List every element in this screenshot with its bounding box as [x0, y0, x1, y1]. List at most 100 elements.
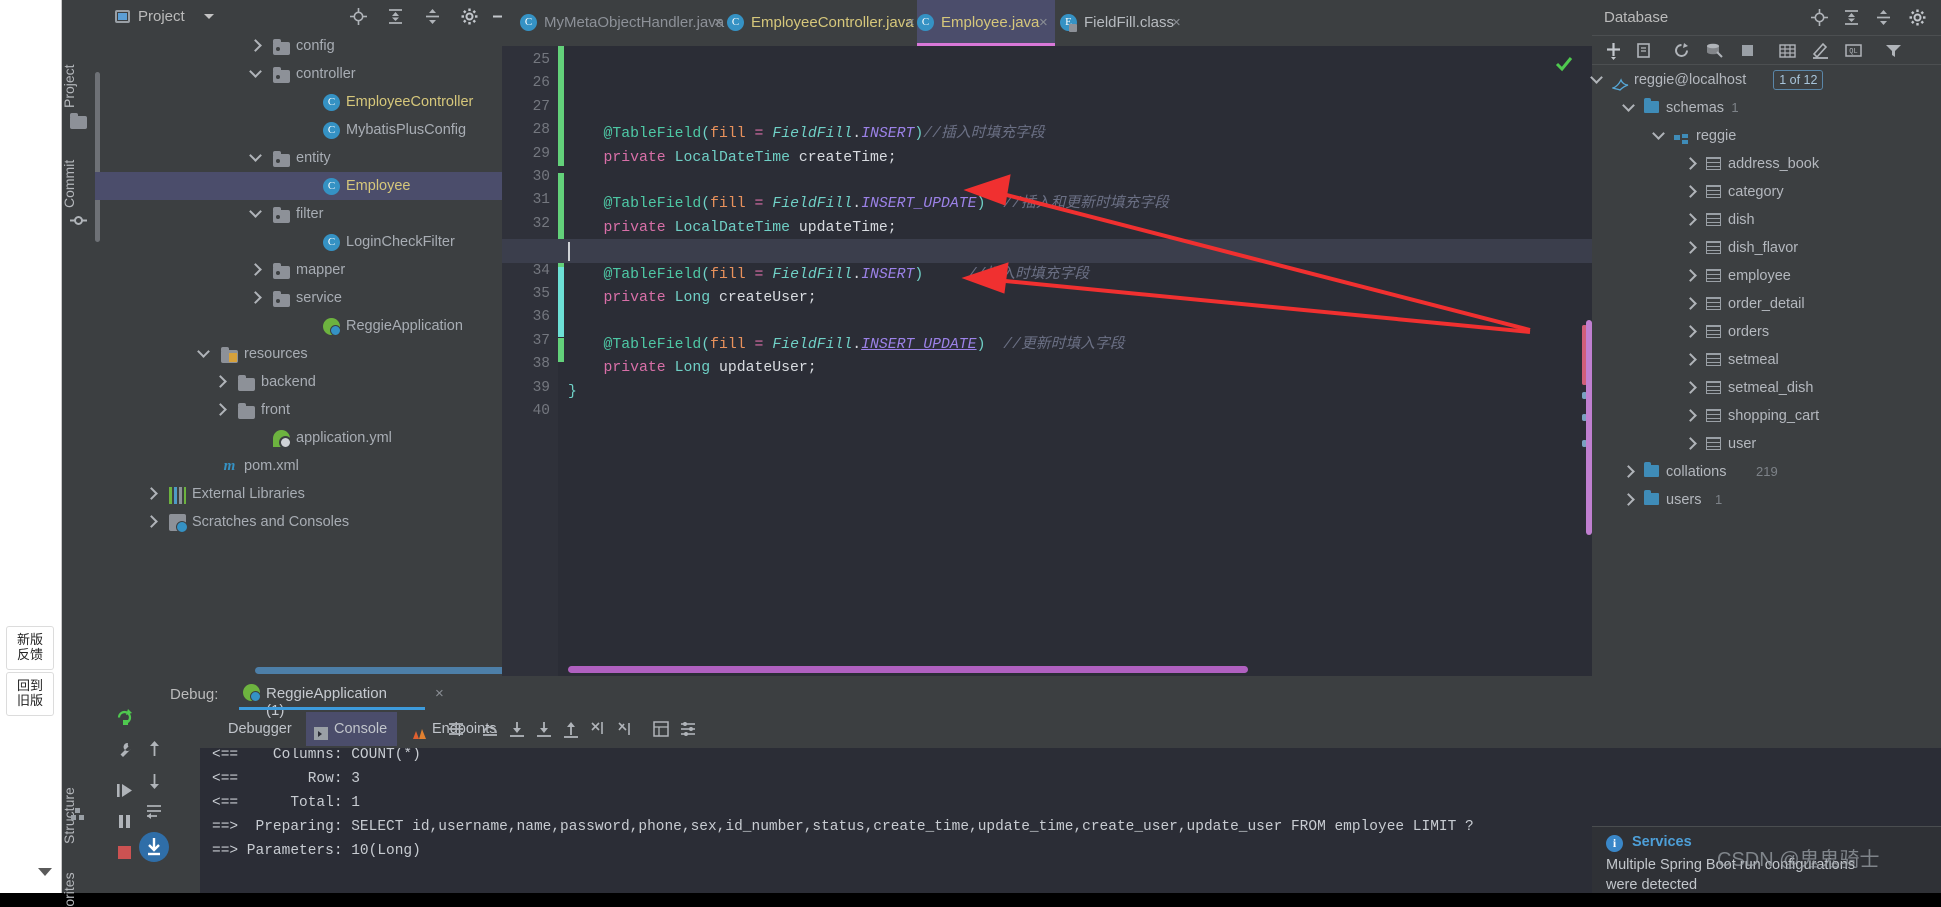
step-over-icon[interactable] — [481, 720, 499, 738]
project-tree-item-entity[interactable]: entity — [95, 144, 502, 172]
tree-expander-down-icon[interactable] — [1652, 127, 1665, 140]
db-gear-icon[interactable] — [1909, 9, 1926, 26]
tree-expander-right-icon[interactable] — [145, 487, 158, 500]
database-tree-item-dish-flavor[interactable]: dish_flavor — [1592, 234, 1941, 262]
project-tree-item-reggieapplication[interactable]: ReggieApplication — [95, 312, 502, 340]
editor-tab-fieldfill-class[interactable]: E FieldFill.class × — [1060, 0, 1188, 46]
scroll-down-caret-icon[interactable] — [38, 868, 52, 876]
project-tree-item-front[interactable]: front — [95, 396, 502, 424]
show-lines-icon[interactable] — [447, 720, 465, 738]
evaluate-expression-icon[interactable] — [652, 720, 670, 738]
tree-expander-right-icon[interactable] — [249, 263, 262, 276]
editor-line-number-gutter[interactable]: 25262728293031323334353637383940 — [502, 46, 558, 676]
vcs-change-marker[interactable] — [558, 267, 564, 337]
stop-program-icon[interactable] — [115, 843, 134, 862]
tree-expander-right-icon[interactable] — [214, 403, 227, 416]
database-tree-item-setmeal-dish[interactable]: setmeal_dish — [1592, 374, 1941, 402]
tool-window-commit[interactable]: Commit — [61, 128, 94, 208]
soft-wrap-icon[interactable] — [145, 802, 164, 821]
collapse-all-icon[interactable] — [424, 8, 441, 25]
tree-expander-right-icon[interactable] — [1684, 185, 1697, 198]
step-down-icon[interactable] — [145, 771, 164, 790]
project-tree-item-employeecontroller[interactable]: C EmployeeController — [95, 88, 502, 116]
database-tree-item-shopping-cart[interactable]: shopping_cart — [1592, 402, 1941, 430]
settings-sliders-icon[interactable] — [679, 720, 697, 738]
vcs-change-marker[interactable] — [558, 46, 564, 166]
tree-expander-right-icon[interactable] — [249, 39, 262, 52]
database-tree-item-order-detail[interactable]: order_detail — [1592, 290, 1941, 318]
modify-table-icon[interactable] — [1811, 41, 1830, 60]
tree-expander-right-icon[interactable] — [1684, 297, 1697, 310]
debug-tab-console[interactable]: Console — [306, 712, 398, 746]
editor-code-line[interactable]: private LocalDateTime updateTime; — [568, 216, 897, 240]
stop-icon[interactable] — [1738, 41, 1757, 60]
project-tree-item-application-yml[interactable]: application.yml — [95, 424, 502, 452]
tool-window-favorites[interactable]: Favorites — [61, 838, 94, 907]
editor-horizontal-scrollbar[interactable] — [568, 666, 1248, 673]
vcs-change-marker[interactable] — [558, 338, 564, 362]
project-tree-item-backend[interactable]: backend — [95, 368, 502, 396]
run-to-cursor-icon[interactable] — [616, 720, 634, 738]
database-tree-item-setmeal[interactable]: setmeal — [1592, 346, 1941, 374]
tree-expander-right-icon[interactable] — [145, 515, 158, 528]
project-tree-item-mapper[interactable]: mapper — [95, 256, 502, 284]
editor-code-line[interactable]: private LocalDateTime createTime; — [568, 146, 897, 170]
database-tree-item-schemas[interactable]: schemas 1 — [1592, 94, 1941, 122]
database-tree-item-users[interactable]: users 1 — [1592, 486, 1941, 514]
project-tree-item-mybatisplusconfig[interactable]: C MybatisPlusConfig — [95, 116, 502, 144]
tree-expander-right-icon[interactable] — [1684, 325, 1697, 338]
database-tree-item-reggie-localhost[interactable]: reggie@localhost 1 of 12 — [1590, 66, 1941, 94]
step-out-icon[interactable] — [562, 720, 580, 738]
rerun-icon[interactable] — [115, 708, 134, 727]
db-expand-all-icon[interactable] — [1843, 9, 1860, 26]
tree-expander-right-icon[interactable] — [249, 291, 262, 304]
editor-tab-mymetaobjecthandler-java[interactable]: C MyMetaObjectHandler.java × — [520, 0, 730, 46]
tree-expander-down-icon[interactable] — [197, 345, 210, 358]
tool-window-structure[interactable]: Structure — [61, 744, 94, 844]
tree-expander-right-icon[interactable] — [1684, 241, 1697, 254]
project-tree-item-config[interactable]: config — [95, 32, 502, 60]
close-icon[interactable]: × — [1039, 0, 1048, 46]
expand-all-icon[interactable] — [387, 8, 404, 25]
editor-code-line[interactable]: private Long createUser; — [568, 286, 817, 310]
tree-expander-down-icon[interactable] — [1622, 99, 1635, 112]
tree-expander-right-icon[interactable] — [214, 375, 227, 388]
refresh-icon[interactable] — [1672, 41, 1691, 60]
project-tree-item-scratches-and-consoles[interactable]: Scratches and Consoles — [95, 508, 502, 536]
tree-expander-right-icon[interactable] — [1684, 437, 1697, 450]
editor-tab-employeecontroller-java[interactable]: C EmployeeController.java × — [727, 0, 922, 46]
database-tree-item-reggie[interactable]: reggie — [1592, 122, 1941, 150]
chevron-down-icon[interactable] — [204, 14, 214, 19]
database-tree-item-address-book[interactable]: address_book — [1592, 150, 1941, 178]
tree-expander-down-icon[interactable] — [1590, 71, 1603, 84]
locate-file-icon[interactable] — [350, 8, 367, 25]
database-tree-item-collations[interactable]: collations 219 — [1592, 458, 1941, 486]
tree-expander-down-icon[interactable] — [249, 149, 262, 162]
editor-code-line[interactable]: } — [568, 380, 577, 404]
db-locate-icon[interactable] — [1811, 9, 1828, 26]
editor-code-line[interactable]: @TableField(fill = FieldFill.INSERT_UPDA… — [568, 192, 1169, 216]
sql-console-icon[interactable]: QL — [1844, 41, 1863, 60]
debug-tab-debugger[interactable]: Debugger — [218, 712, 302, 746]
tree-expander-down-icon[interactable] — [249, 65, 262, 78]
force-step-into-icon[interactable] — [535, 720, 553, 738]
project-tree[interactable]: config controller C EmployeeController C Myba… — [95, 32, 502, 676]
database-tree-item-orders[interactable]: orders — [1592, 318, 1941, 346]
add-datasource-icon[interactable] — [1604, 41, 1623, 60]
settings-wrench-icon[interactable] — [115, 741, 134, 760]
close-icon[interactable]: × — [435, 685, 444, 702]
drop-frame-icon[interactable] — [589, 720, 607, 738]
project-tree-item-logincheckfilter[interactable]: C LoginCheckFilter — [95, 228, 502, 256]
tree-expander-right-icon[interactable] — [1622, 493, 1635, 506]
database-tree-item-employee[interactable]: employee — [1592, 262, 1941, 290]
editor-code-line[interactable]: @TableField(fill = FieldFill.INSERT)//插入… — [568, 122, 1045, 146]
project-tree-item-filter[interactable]: filter — [95, 200, 502, 228]
debug-tab-strip[interactable]: Debugger Console Endpoints — [170, 712, 1940, 746]
pause-program-icon[interactable] — [115, 812, 134, 831]
gear-icon[interactable] — [461, 8, 478, 25]
scroll-to-end-icon[interactable] — [138, 831, 170, 863]
step-into-icon[interactable] — [508, 720, 526, 738]
table-data-icon[interactable] — [1778, 41, 1797, 60]
filter-icon[interactable] — [1884, 41, 1903, 60]
project-tree-item-resources[interactable]: resources — [95, 340, 502, 368]
